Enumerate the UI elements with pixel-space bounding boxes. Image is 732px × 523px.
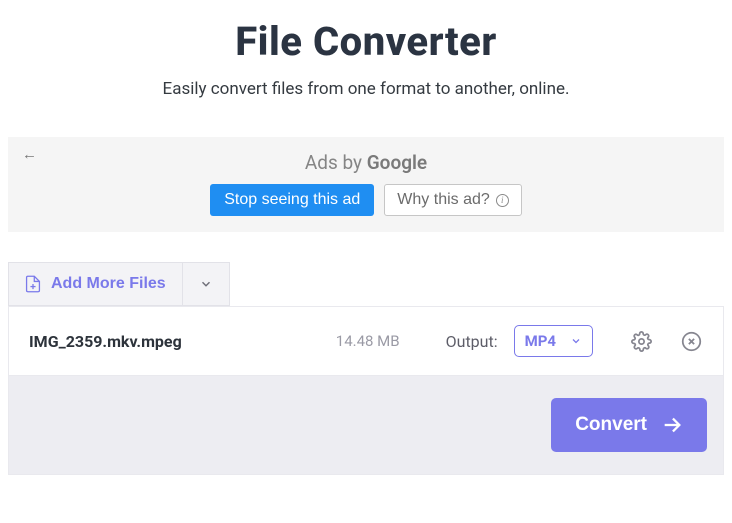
add-more-files-button[interactable]: Add More Files xyxy=(8,262,183,306)
add-more-dropdown-button[interactable] xyxy=(183,262,230,306)
output-label: Output: xyxy=(446,332,498,351)
convert-label: Convert xyxy=(575,414,647,436)
close-circle-icon xyxy=(681,331,702,352)
why-this-ad-button[interactable]: Why this ad? i xyxy=(384,184,521,216)
converter-panel: Add More Files IMG_2359.mkv.mpeg 14.48 M… xyxy=(8,262,724,475)
ads-by-label: Ads by Google xyxy=(20,151,712,174)
settings-button[interactable] xyxy=(629,329,653,353)
action-bar: Convert xyxy=(8,376,724,475)
arrow-right-icon xyxy=(661,414,683,436)
ads-by-prefix: Ads by xyxy=(305,151,367,174)
convert-button[interactable]: Convert xyxy=(551,398,707,452)
remove-file-button[interactable] xyxy=(679,329,703,353)
chevron-down-icon xyxy=(199,277,213,291)
output-format-select[interactable]: MP4 xyxy=(514,325,593,357)
page-title: File Converter xyxy=(20,18,712,65)
file-size: 14.48 MB xyxy=(336,332,400,350)
ad-back-arrow-icon[interactable]: ← xyxy=(22,147,37,162)
gear-icon xyxy=(631,331,652,352)
chevron-down-icon xyxy=(570,335,582,347)
ads-by-brand: Google xyxy=(367,151,427,174)
page-subtitle: Easily convert files from one format to … xyxy=(20,79,712,99)
stop-seeing-ad-button[interactable]: Stop seeing this ad xyxy=(210,184,374,216)
file-plus-icon xyxy=(25,275,41,293)
output-format-value: MP4 xyxy=(525,332,556,350)
why-this-ad-label: Why this ad? xyxy=(397,191,489,209)
file-name: IMG_2359.mkv.mpeg xyxy=(29,332,182,351)
ad-banner: ← Ads by Google Stop seeing this ad Why … xyxy=(8,137,724,232)
info-icon: i xyxy=(496,194,509,207)
add-more-files-label: Add More Files xyxy=(51,275,166,293)
file-row: IMG_2359.mkv.mpeg 14.48 MB Output: MP4 xyxy=(8,306,724,376)
